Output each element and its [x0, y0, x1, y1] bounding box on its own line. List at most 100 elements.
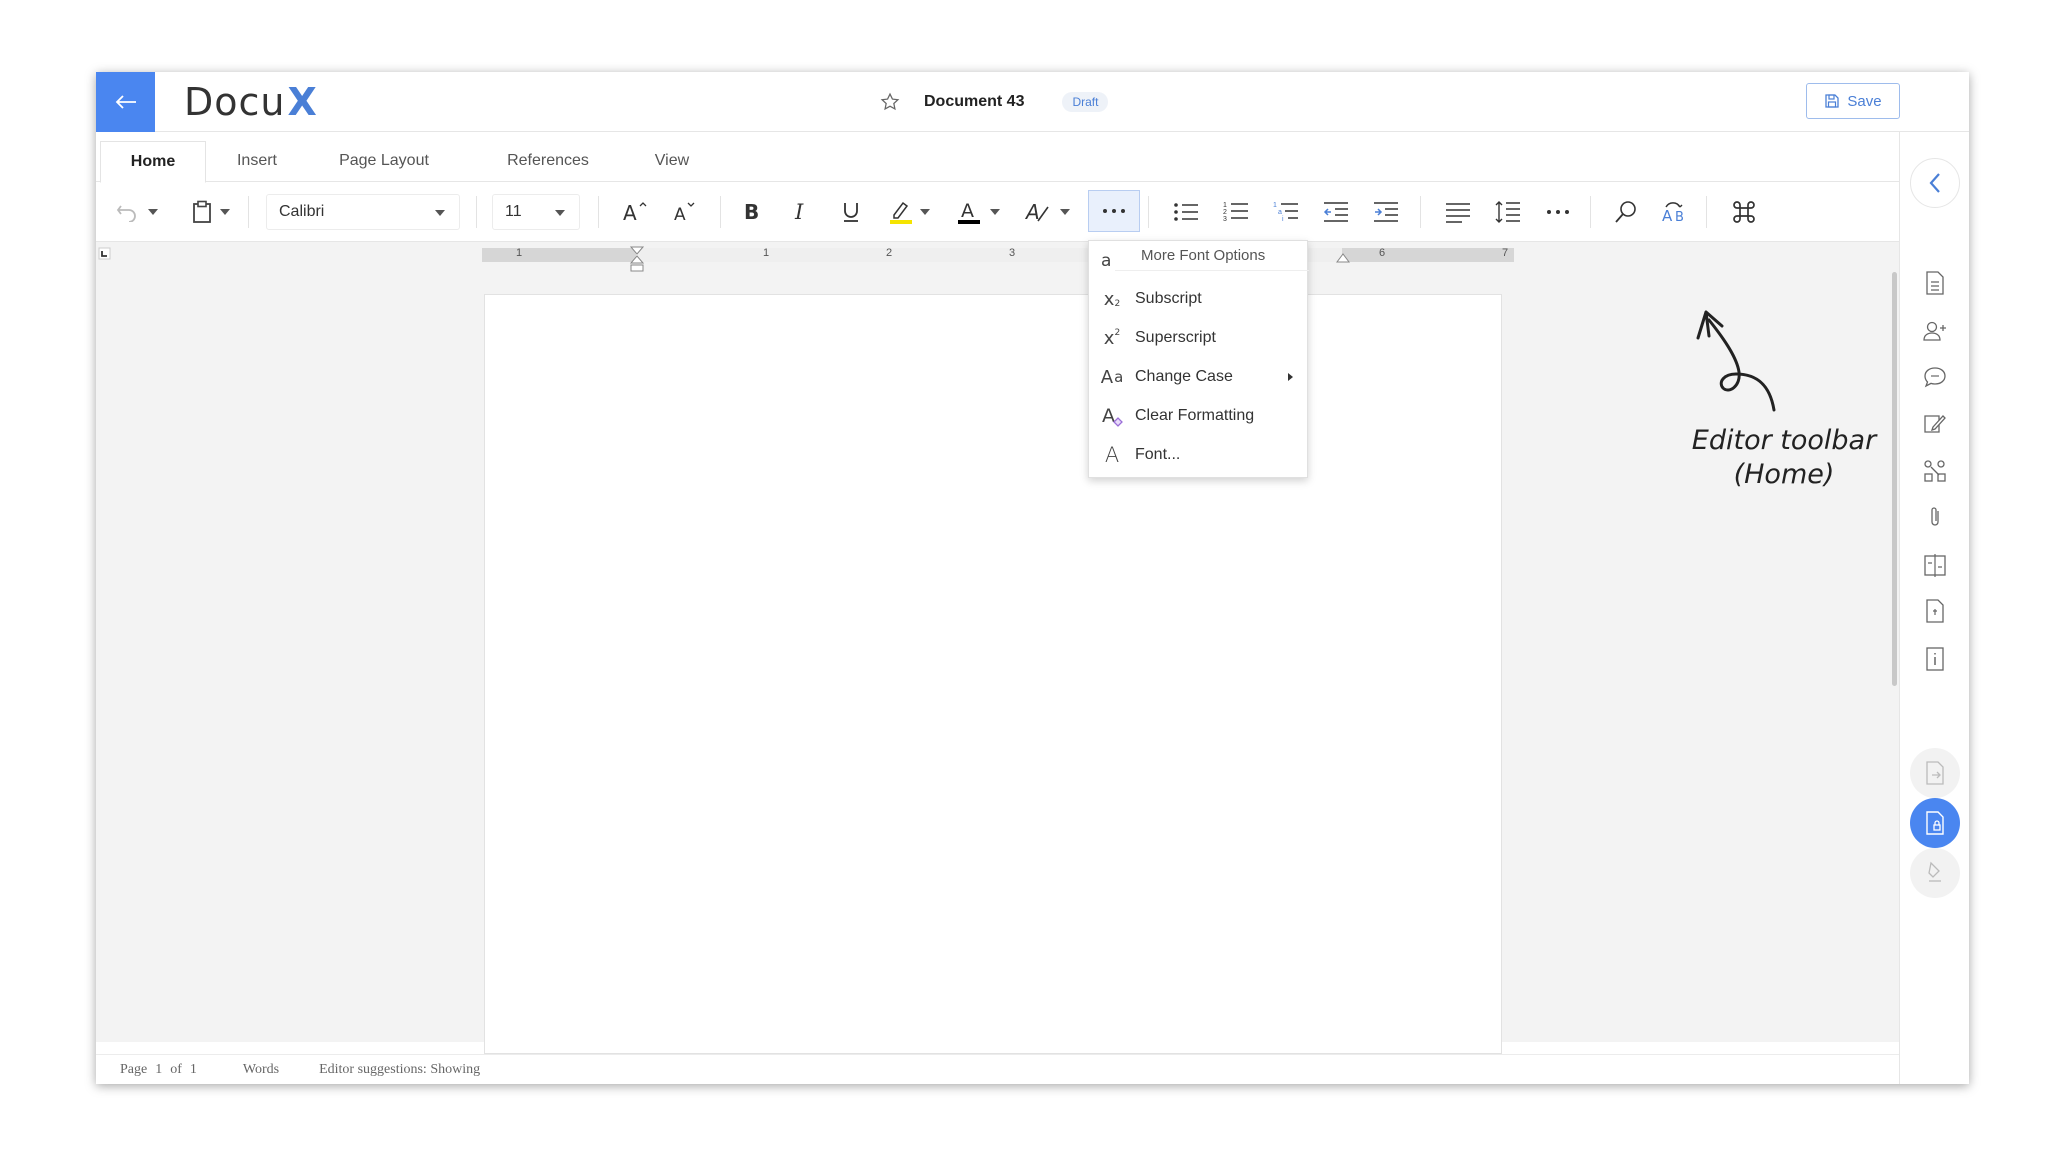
italic-icon: I: [794, 200, 804, 224]
numbered-list-button[interactable]: 123: [1220, 195, 1252, 229]
right-indent-marker[interactable]: [1336, 250, 1350, 264]
clear-formatting-icon: A: [1089, 404, 1135, 428]
more-font-options-icon: [1103, 209, 1125, 213]
decrease-indent-button[interactable]: [1320, 195, 1352, 229]
menu-item-font[interactable]: A Font...: [1089, 437, 1309, 473]
text-effects-button[interactable]: A: [1022, 195, 1054, 229]
menu-item-label: Font...: [1135, 446, 1181, 463]
shrink-font-icon: A: [674, 202, 695, 224]
bullet-list-button[interactable]: [1170, 195, 1202, 229]
multilevel-list-button[interactable]: 1ai: [1270, 195, 1302, 229]
spelling-button[interactable]: AB: [1658, 195, 1690, 229]
menu-item-subscript[interactable]: x2 Subscript: [1089, 281, 1309, 317]
add-user-icon[interactable]: [1920, 316, 1950, 346]
ruler-label: 1: [763, 247, 770, 259]
svg-text:A: A: [1662, 207, 1673, 225]
editor-toolbar: Calibri 11 A A B I A A 1 2 3 1 a i A B: [96, 182, 1899, 242]
app-logo: Docu X: [184, 80, 318, 124]
svg-text:2: 2: [1223, 209, 1227, 216]
attachment-icon[interactable]: [1920, 502, 1950, 532]
menu-item-superscript[interactable]: x2 Superscript: [1089, 320, 1309, 356]
paste-dropdown[interactable]: [218, 195, 232, 229]
export-button[interactable]: [1910, 748, 1960, 798]
find-icon: [1615, 201, 1636, 223]
indent-marker[interactable]: [630, 246, 644, 274]
italic-button[interactable]: I: [786, 195, 816, 229]
undo-dropdown[interactable]: [146, 195, 160, 229]
paste-button[interactable]: [188, 195, 216, 229]
toolbar-divider: [598, 196, 599, 228]
more-font-options-button[interactable]: [1088, 190, 1140, 232]
ruler-label: 2: [886, 247, 893, 259]
svg-text:a: a: [1278, 209, 1282, 216]
horizontal-ruler[interactable]: 1 1 2 3 6 7: [482, 246, 1514, 272]
app-window: Docu X Document 43 Draft Save Home Insert…: [96, 72, 1969, 1084]
editor-suggestions-toggle[interactable]: Editor suggestions: Showing: [319, 1062, 480, 1078]
tab-home[interactable]: Home: [100, 141, 206, 183]
vertical-scrollbar[interactable]: [1892, 272, 1897, 686]
font-color-dropdown[interactable]: [988, 195, 1002, 229]
menu-item-clear-formatting[interactable]: A Clear Formatting: [1089, 398, 1309, 434]
document-page[interactable]: [484, 294, 1502, 1054]
tab-stop-selector[interactable]: [96, 246, 118, 266]
tab-references[interactable]: References: [492, 140, 604, 182]
align-left-icon: [1446, 203, 1470, 223]
more-paragraph-button[interactable]: [1542, 195, 1574, 229]
line-spacing-icon: [1495, 201, 1520, 223]
logo-text: Docu: [184, 80, 286, 124]
font-size-select[interactable]: 11: [492, 194, 580, 230]
collapse-sidebar-button[interactable]: [1910, 158, 1960, 208]
workflow-icon[interactable]: [1920, 456, 1950, 486]
sign-icon[interactable]: [1920, 409, 1950, 439]
save-button[interactable]: Save: [1806, 83, 1900, 119]
page-label: Page: [120, 1061, 148, 1077]
svg-text:1: 1: [1273, 202, 1277, 209]
underline-button[interactable]: [836, 195, 866, 229]
save-icon: [1825, 94, 1840, 108]
line-spacing-button[interactable]: [1492, 195, 1524, 229]
increase-indent-button[interactable]: [1370, 195, 1402, 229]
svg-text:B: B: [744, 200, 759, 224]
ribbon-tabs: Home Insert Page Layout References View: [96, 132, 1899, 183]
menu-item-label: Superscript: [1135, 329, 1216, 346]
page-icon[interactable]: [1920, 596, 1950, 626]
app-header: Docu X Document 43 Draft Save: [96, 72, 1969, 132]
undo-button[interactable]: [112, 195, 142, 229]
menu-header: More Font Options: [1115, 241, 1309, 271]
toolbar-divider: [1148, 196, 1149, 228]
compare-icon[interactable]: [1920, 550, 1950, 580]
grow-font-button[interactable]: A: [620, 195, 650, 229]
find-button[interactable]: [1610, 195, 1642, 229]
strikethrough-icon[interactable]: a: [1101, 251, 1111, 271]
toolbar-divider: [476, 196, 477, 228]
document-title[interactable]: Document 43: [924, 93, 1024, 111]
ruler-label: 3: [1009, 247, 1016, 259]
document-details-icon[interactable]: [1920, 268, 1950, 298]
secure-document-button[interactable]: [1910, 798, 1960, 848]
save-label: Save: [1847, 92, 1882, 110]
comments-icon[interactable]: [1920, 362, 1950, 392]
command-button[interactable]: [1728, 195, 1760, 229]
text-effects-dropdown[interactable]: [1058, 195, 1072, 229]
font-family-select[interactable]: Calibri: [266, 194, 460, 230]
bold-button[interactable]: B: [736, 195, 766, 229]
tab-label: Insert: [236, 152, 277, 169]
tab-insert[interactable]: Insert: [214, 140, 300, 182]
tab-label: Home: [130, 153, 176, 170]
align-left-button[interactable]: [1442, 195, 1474, 229]
font-color-button[interactable]: A: [954, 195, 984, 229]
highlight-dropdown[interactable]: [918, 195, 932, 229]
info-icon[interactable]: [1920, 644, 1950, 674]
ruler-margin-left: [482, 248, 636, 262]
star-icon[interactable]: [880, 91, 902, 113]
back-button[interactable]: [96, 72, 155, 132]
tab-view[interactable]: View: [632, 140, 712, 182]
secure-document-icon: [1926, 811, 1944, 835]
menu-item-change-case[interactable]: Aa Change Case: [1089, 359, 1309, 395]
tab-page-layout[interactable]: Page Layout: [324, 140, 444, 182]
signature-button[interactable]: [1910, 848, 1960, 898]
shrink-font-button[interactable]: A: [670, 195, 700, 229]
subscript-icon: x2: [1103, 288, 1121, 310]
word-count[interactable]: Words: [243, 1062, 279, 1078]
highlight-button[interactable]: [886, 195, 916, 229]
